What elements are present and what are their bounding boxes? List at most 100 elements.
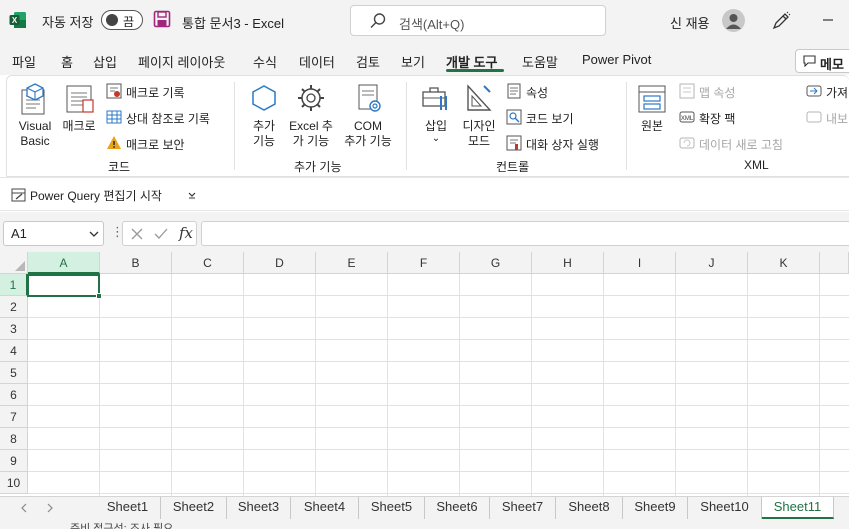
sheet-tab[interactable]: Sheet7 [490, 497, 556, 519]
row-header[interactable]: 6 [0, 384, 28, 406]
tab-help[interactable]: 도움말 [522, 52, 558, 71]
import-button[interactable]: 가져 [806, 83, 849, 101]
row-header[interactable]: 7 [0, 406, 28, 428]
scroll-left-icon[interactable] [20, 503, 28, 513]
row-header[interactable]: 5 [0, 362, 28, 384]
ribbon-tabs: 파일 홈 삽입 페이지 레이아웃 수식 데이터 검토 보기 개발 도구 도움말 … [0, 42, 849, 75]
check-icon[interactable] [154, 227, 168, 241]
record-macro-button[interactable]: 매크로 기록 [106, 83, 206, 101]
sheet-tab[interactable]: Sheet6 [425, 497, 490, 519]
column-header[interactable]: B [100, 252, 172, 274]
column-header[interactable]: D [244, 252, 316, 274]
map-properties-icon [679, 83, 695, 99]
export-button[interactable]: 내보 [806, 109, 849, 127]
grid-line [28, 493, 849, 494]
avatar[interactable] [722, 9, 745, 32]
map-properties-button[interactable]: 맵 속성 [679, 83, 749, 101]
chevron-down-icon[interactable] [89, 230, 99, 238]
minimize-icon[interactable] [818, 12, 838, 28]
macros-button[interactable]: 매크로 [60, 82, 98, 134]
chevron-down-icon[interactable] [187, 190, 197, 200]
fill-handle[interactable] [96, 293, 102, 299]
scroll-right-icon[interactable] [46, 503, 54, 513]
row-header[interactable]: 3 [0, 318, 28, 340]
tab-page-layout[interactable]: 페이지 레이아웃 [138, 52, 225, 71]
user-name[interactable]: 신 재용 [670, 13, 710, 32]
active-cell[interactable] [27, 274, 100, 297]
save-icon[interactable] [153, 10, 171, 28]
column-header[interactable]: F [388, 252, 460, 274]
relative-reference-button[interactable]: 상대 참조로 기록 [106, 109, 226, 127]
column-header[interactable] [820, 252, 849, 274]
tab-review[interactable]: 검토 [356, 52, 380, 71]
row-header[interactable]: 1 [0, 274, 28, 296]
tab-data[interactable]: 데이터 [299, 52, 335, 71]
name-box[interactable]: A1 [3, 221, 104, 246]
column-header[interactable]: H [532, 252, 604, 274]
sheet-tab[interactable]: Sheet10 [688, 497, 762, 519]
tab-file[interactable]: 파일 [12, 52, 36, 71]
xml-source-button[interactable]: 원본 [636, 82, 668, 134]
column-header[interactable]: I [604, 252, 676, 274]
sheet-tab[interactable]: Sheet11 [762, 497, 834, 519]
excel-addins-button[interactable]: Excel 추 가 기능 [285, 82, 337, 149]
row-header[interactable]: 10 [0, 472, 28, 494]
refresh-data-button[interactable]: 데이터 새로 고침 [679, 135, 799, 153]
tab-formulas[interactable]: 수식 [253, 52, 277, 71]
sheet-tab[interactable]: Sheet3 [227, 497, 291, 519]
run-dialog-label: 대화 상자 실행 [526, 138, 599, 152]
design-mode-button[interactable]: 디자인 모드 [459, 82, 499, 149]
sheet-tab[interactable]: Sheet2 [161, 497, 227, 519]
formula-input[interactable] [201, 221, 849, 246]
cancel-icon[interactable] [130, 227, 144, 241]
expansion-packs-button[interactable]: XML 확장 팩 [679, 109, 749, 127]
addins-button[interactable]: 추가 기능 [245, 82, 283, 149]
tab-home[interactable]: 홈 [61, 52, 73, 71]
search-icon [370, 13, 386, 28]
row-header[interactable]: 9 [0, 450, 28, 472]
spreadsheet-grid[interactable]: A B C D E F G H I J K 1 2 3 4 5 6 7 8 9 10 [0, 252, 849, 496]
sheet-tab[interactable]: Sheet4 [291, 497, 359, 519]
row-header[interactable]: 2 [0, 296, 28, 318]
sheet-tab[interactable]: Sheet5 [359, 497, 425, 519]
pen-icon[interactable] [771, 11, 791, 31]
com-addins-button[interactable]: COM 추가 기능 [340, 82, 396, 149]
tab-power-pivot[interactable]: Power Pivot [582, 52, 651, 67]
addins-icon [252, 85, 276, 111]
properties-button[interactable]: 속성 [506, 83, 566, 101]
active-tab-indicator [446, 69, 504, 72]
power-query-button[interactable]: Power Query 편집기 시작 [30, 187, 162, 204]
tab-insert[interactable]: 삽입 [93, 52, 117, 71]
column-header[interactable]: J [676, 252, 748, 274]
autosave-toggle[interactable]: 끔 [101, 10, 143, 30]
design-mode-label: 디자인 모드 [462, 119, 496, 148]
insert-function-button[interactable]: fx [179, 224, 193, 242]
run-dialog-button[interactable]: 대화 상자 실행 [506, 135, 610, 153]
sheet-tab[interactable]: Sheet8 [556, 497, 623, 519]
insert-control-button[interactable]: 삽입 ⌄ [418, 82, 454, 144]
formula-buttons: fx [122, 221, 197, 246]
row-header[interactable]: 4 [0, 340, 28, 362]
column-header[interactable]: E [316, 252, 388, 274]
com-addins-label: COM 추가 기능 [344, 119, 392, 148]
power-query-icon [11, 188, 26, 202]
grid-line [171, 274, 172, 496]
view-code-button[interactable]: 코드 보기 [506, 109, 586, 127]
tab-view[interactable]: 보기 [401, 52, 425, 71]
run-dialog-icon [506, 135, 522, 151]
row-header[interactable]: 8 [0, 428, 28, 450]
visual-basic-label: Visual Basic [18, 119, 52, 148]
sheet-tab[interactable]: Sheet9 [623, 497, 688, 519]
memo-button[interactable]: 메모 [795, 49, 849, 73]
column-header[interactable]: G [460, 252, 532, 274]
column-header[interactable]: C [172, 252, 244, 274]
macro-security-button[interactable]: 매크로 보안 [106, 135, 206, 153]
grid-line [315, 274, 316, 496]
select-all-button[interactable] [0, 252, 28, 274]
toggle-knob [106, 14, 118, 26]
search-box[interactable]: 검색(Alt+Q) [350, 5, 606, 36]
column-header[interactable]: K [748, 252, 820, 274]
visual-basic-button[interactable]: Visual Basic [13, 82, 57, 149]
sheet-tab[interactable]: Sheet1 [95, 497, 161, 519]
column-header[interactable]: A [28, 252, 100, 274]
